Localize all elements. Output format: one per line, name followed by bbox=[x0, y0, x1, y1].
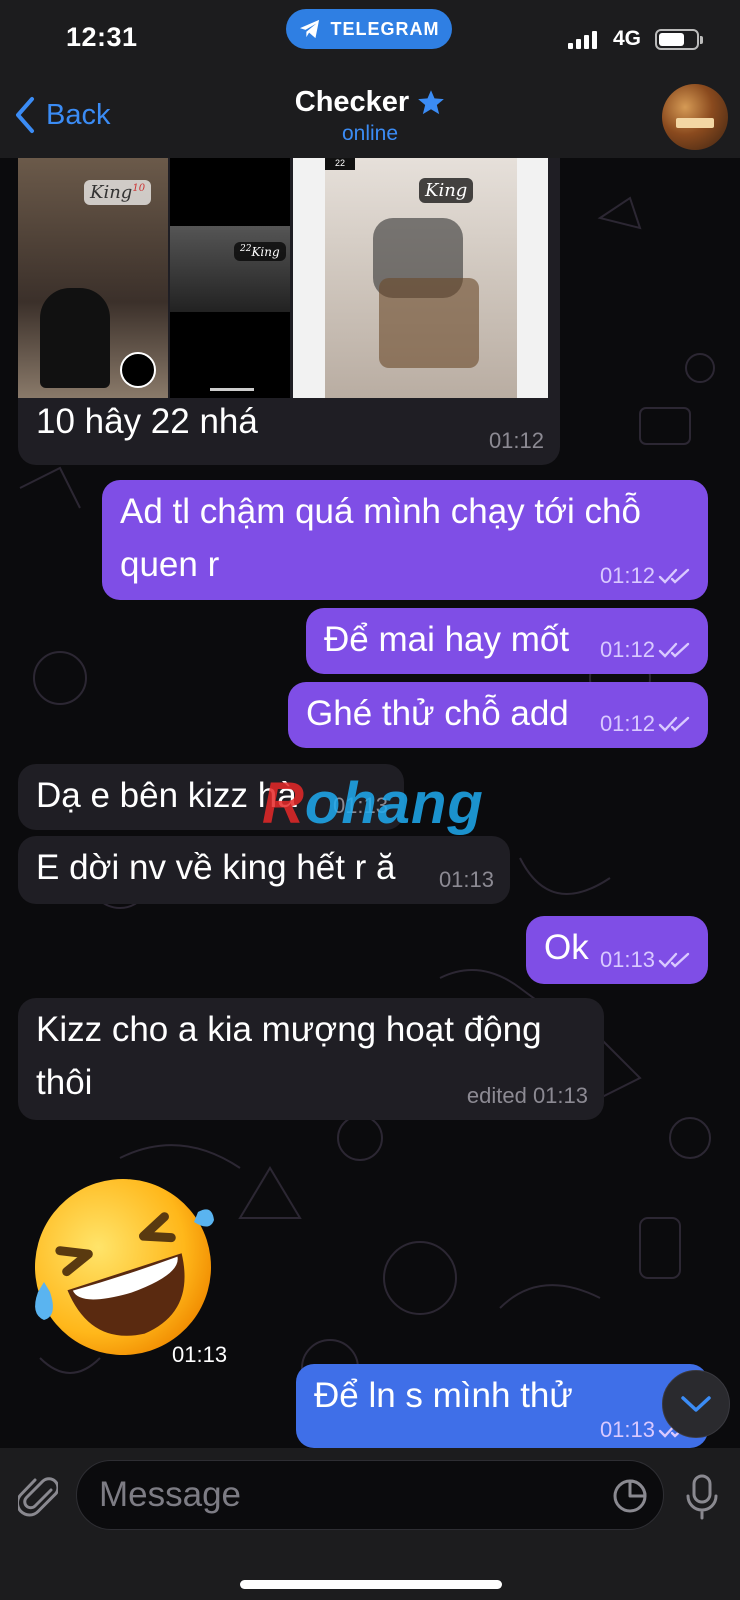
telegram-icon bbox=[299, 19, 319, 39]
read-ticks-icon bbox=[658, 568, 690, 584]
clock: 12:31 bbox=[66, 22, 138, 52]
message-time: 01:12 bbox=[599, 637, 655, 662]
attach-icon[interactable] bbox=[18, 1474, 58, 1518]
telegram-pill[interactable]: TELEGRAM bbox=[286, 9, 452, 49]
message-bubble-outgoing[interactable]: Ghé thử chỗ add 01:12 bbox=[288, 682, 708, 748]
signal-icon bbox=[568, 31, 597, 49]
sticker-icon[interactable] bbox=[611, 1477, 649, 1515]
message-field[interactable] bbox=[76, 1460, 664, 1530]
album-caption: 10 hây 22 nhá bbox=[36, 402, 258, 441]
message-time: 01:13 bbox=[599, 947, 655, 972]
message-bubble-outgoing[interactable]: Ok 01:13 bbox=[526, 916, 708, 984]
scroll-to-bottom-button[interactable] bbox=[662, 1370, 730, 1438]
message-time: 01:13 bbox=[172, 1342, 228, 1367]
photo-album-message[interactable]: King10 22King King 22 10 hây 22 nhá 01:1… bbox=[18, 158, 560, 465]
photo-2[interactable]: 22King bbox=[170, 158, 290, 398]
photo-3-label: King bbox=[419, 178, 474, 203]
read-ticks-icon bbox=[658, 642, 690, 658]
chevron-left-icon bbox=[16, 97, 34, 133]
photo-2-label: 22King bbox=[234, 242, 286, 261]
home-indicator bbox=[240, 1580, 502, 1589]
photo-1[interactable]: King10 bbox=[18, 158, 168, 398]
network-type: 4G bbox=[613, 27, 642, 50]
message-time: edited 01:13 bbox=[466, 1083, 588, 1108]
message-bubble-outgoing[interactable]: Ad tl chậm quá mình chạy tới chỗ quen r … bbox=[102, 480, 708, 600]
message-text: E dời nv về king hết r ă bbox=[36, 848, 396, 887]
message-time: 01:12 bbox=[488, 428, 544, 453]
message-composer bbox=[0, 1448, 740, 1600]
message-time: 01:13 bbox=[599, 1417, 655, 1442]
message-bubble-incoming[interactable]: Kizz cho a kia mượng hoạt động thôi edit… bbox=[18, 998, 604, 1120]
message-time: 01:12 bbox=[599, 563, 655, 588]
back-button[interactable]: Back bbox=[14, 96, 110, 134]
read-ticks-icon bbox=[658, 716, 690, 732]
watermark: Rohang bbox=[262, 771, 484, 836]
chat-title-block[interactable]: Checker online bbox=[200, 86, 540, 146]
chat-header: Back Checker online bbox=[0, 80, 740, 158]
photo-3-number: 22 bbox=[325, 158, 355, 170]
message-time: 01:12 bbox=[599, 711, 655, 736]
message-bubble-outgoing[interactable]: Để mai hay mốt 01:12 bbox=[306, 608, 708, 674]
avatar[interactable] bbox=[662, 84, 728, 150]
battery-icon bbox=[655, 29, 703, 50]
chat-title: Checker bbox=[294, 86, 410, 118]
photo-1-label: King10 bbox=[84, 180, 152, 205]
microphone-icon[interactable] bbox=[684, 1474, 720, 1520]
chevron-down-icon bbox=[681, 1396, 711, 1412]
rolling-on-floor-laughing-emoji[interactable] bbox=[28, 1172, 218, 1362]
star-icon bbox=[418, 90, 445, 115]
message-bubble-outgoing[interactable]: Để ln s mình thử 01:13 bbox=[296, 1364, 708, 1448]
message-time: 01:13 bbox=[438, 867, 494, 892]
message-input[interactable] bbox=[99, 1461, 579, 1529]
chat-status: online bbox=[341, 122, 399, 145]
back-label: Back bbox=[46, 98, 111, 131]
photo-3[interactable]: King 22 bbox=[293, 158, 548, 398]
telegram-pill-label: TELEGRAM bbox=[330, 18, 440, 39]
read-ticks-icon bbox=[658, 952, 690, 968]
message-bubble-incoming[interactable]: E dời nv về king hết r ă 01:13 bbox=[18, 836, 510, 904]
status-bar: 12:31 TELEGRAM 4G bbox=[0, 0, 740, 80]
